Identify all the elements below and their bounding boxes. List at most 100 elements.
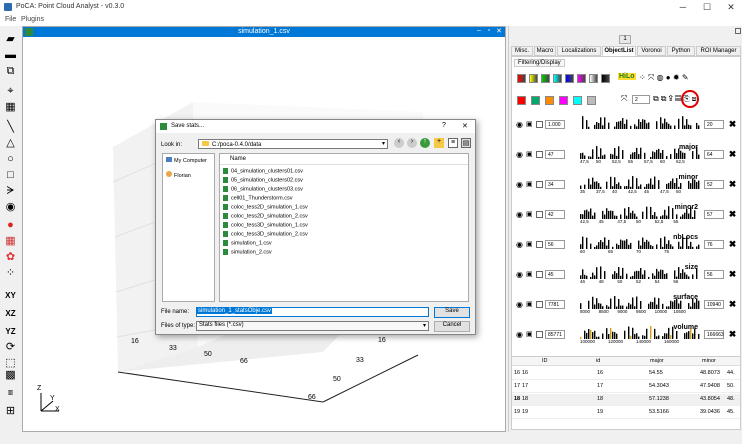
histogram-max-spinner[interactable]: 52 <box>704 180 724 189</box>
remove-filter-icon[interactable]: ✖ <box>728 330 737 339</box>
remove-filter-icon[interactable]: ✖ <box>728 210 737 219</box>
column-header[interactable]: minor <box>702 358 716 364</box>
histogram-min-spinner[interactable]: 42 <box>545 210 565 219</box>
tab-misc[interactable]: Misc. <box>511 46 533 56</box>
file-item[interactable]: coloc_tess3D_simulation_2.csv <box>223 231 308 237</box>
menu-plugins[interactable]: Plugins <box>21 16 44 23</box>
colormap-swatch[interactable] <box>541 74 550 83</box>
detail-view-icon[interactable]: ▤ <box>461 138 471 148</box>
colormap-swatch[interactable] <box>589 74 598 83</box>
xz-view-button[interactable]: XZ <box>3 306 18 321</box>
visibility-icon[interactable]: ◉ <box>516 330 523 339</box>
remove-filter-icon[interactable]: ✖ <box>728 120 737 129</box>
colormap-swatch[interactable] <box>565 74 574 83</box>
list-view-icon[interactable]: ≡ <box>448 138 458 148</box>
column-header[interactable]: id <box>596 358 600 364</box>
histogram-min-spinner[interactable]: 1.000 <box>545 120 565 129</box>
file-item[interactable]: 06_simulation_clusters03.csv <box>223 186 303 192</box>
filetype-combo[interactable]: Stats files (*.csv) ▾ <box>196 321 429 331</box>
file-item[interactable]: simulation_2.csv <box>223 249 272 255</box>
visibility-icon[interactable]: ◉ <box>516 270 523 279</box>
color-swatch[interactable] <box>559 96 568 105</box>
globe-icon[interactable]: ◍ <box>657 73 664 82</box>
open-folder-icon[interactable]: ▬ <box>3 48 18 63</box>
grid-icon[interactable]: ▦ <box>3 234 18 249</box>
visibility-icon[interactable]: ◉ <box>516 120 523 129</box>
place-my-computer[interactable]: My Computer <box>166 157 207 164</box>
save-icon[interactable]: ▣ <box>526 150 533 158</box>
color-swatch[interactable] <box>573 96 582 105</box>
screenshot-icon[interactable]: ⧉ <box>3 64 18 79</box>
copy-icon[interactable]: ⧉ <box>653 94 661 103</box>
dialog-close-button[interactable]: ✕ <box>462 122 468 130</box>
file-item[interactable]: cell01_Thunderstorm.csv <box>223 195 292 201</box>
forward-icon[interactable]: › <box>407 138 417 148</box>
file-item[interactable]: 05_simulation_clusters02.csv <box>223 177 303 183</box>
histogram-max-spinner[interactable]: 57 <box>704 210 724 219</box>
panel-index[interactable]: 1 <box>619 35 631 44</box>
xy-view-button[interactable]: XY <box>3 288 18 303</box>
color-swatch[interactable] <box>545 96 554 105</box>
visibility-icon[interactable]: ◉ <box>516 210 523 219</box>
table-row[interactable]: 17 17 17 54.3043 47.9408 50. <box>512 381 740 393</box>
panel-float-button[interactable] <box>735 28 741 34</box>
visibility-icon[interactable]: ◉ <box>516 150 523 159</box>
filename-input[interactable]: simulation_1_statsObje.csv <box>196 307 429 317</box>
histogram-min-spinner[interactable]: 56 <box>545 240 565 249</box>
yz-view-button[interactable]: YZ <box>3 324 18 339</box>
polyline-roi-icon[interactable]: ᗒ <box>3 184 18 199</box>
histogram-max-spinner[interactable]: 10940 <box>704 300 724 309</box>
open-file-icon[interactable]: ▰ <box>3 32 18 47</box>
line-roi-icon[interactable]: ╲ <box>3 120 18 135</box>
scatter-icon[interactable]: ⁘ <box>639 73 646 82</box>
save-icon[interactable]: ▣ <box>526 330 533 338</box>
histogram-max-spinner[interactable]: 56 <box>704 270 724 279</box>
maximize-button[interactable]: ☐ <box>700 2 714 13</box>
histogram-plot[interactable]: minor 35 37,5 40 42,5 45 47,5 50 <box>576 174 701 194</box>
circle-roi-icon[interactable]: ○ <box>3 152 18 167</box>
tab-localizations[interactable]: Localizations <box>557 46 601 56</box>
ruler-icon[interactable]: ▥ <box>3 386 18 401</box>
remove-filter-icon[interactable]: ✖ <box>728 270 737 279</box>
column-header[interactable]: major <box>650 358 664 364</box>
subtab-filtering-display[interactable]: Filtering/Display <box>514 59 565 67</box>
remove-filter-icon[interactable]: ✖ <box>728 240 737 249</box>
tab-python[interactable]: Python <box>667 46 695 56</box>
file-item[interactable]: coloc_tess2D_simulation_1.csv <box>223 204 308 210</box>
dots-icon[interactable]: ⁘ <box>3 266 18 281</box>
column-header[interactable]: ID <box>542 358 548 364</box>
save-icon[interactable]: ▣ <box>526 210 533 218</box>
filter-checkbox[interactable] <box>536 301 543 308</box>
histogram-min-spinner[interactable]: 45 <box>545 270 565 279</box>
roi-select-icon[interactable]: ⌖ <box>3 84 18 99</box>
histogram-max-spinner[interactable]: 20 <box>704 120 724 129</box>
filter-checkbox[interactable] <box>536 331 543 338</box>
picker-icon[interactable]: ✎ <box>682 73 689 82</box>
color-swatch[interactable] <box>531 96 540 105</box>
tab-macro[interactable]: Macro <box>534 46 556 56</box>
look-in-combo[interactable]: C:/poca-0.4.0/data ▾ <box>198 139 388 149</box>
minimize-button[interactable]: ─ <box>676 2 690 12</box>
color-swatch[interactable] <box>587 96 596 105</box>
rotate-icon[interactable]: ⟳ <box>3 340 18 355</box>
close-button[interactable]: ✕ <box>724 2 738 13</box>
name-column-header[interactable]: Name <box>230 156 246 162</box>
histogram-min-spinner[interactable]: 7781 <box>545 300 565 309</box>
place-user[interactable]: Florian <box>166 171 191 179</box>
file-item[interactable]: simulation_1.csv <box>223 240 272 246</box>
save-icon[interactable]: ▣ <box>526 300 533 308</box>
colormap-icon[interactable]: ✿ <box>3 250 18 265</box>
file-item[interactable]: 04_simulation_clusters01.csv <box>223 168 303 174</box>
save-icon[interactable]: ▣ <box>526 240 533 248</box>
histogram-min-spinner[interactable]: 85771 <box>545 330 565 339</box>
colormap-swatch[interactable] <box>553 74 562 83</box>
visibility-icon[interactable]: ◉ <box>516 300 523 309</box>
filter-checkbox[interactable] <box>536 121 543 128</box>
tab-voronoi[interactable]: Voronoi <box>637 46 666 56</box>
sphere-roi-icon[interactable]: ◉ <box>3 200 18 215</box>
filter-checkbox[interactable] <box>536 151 543 158</box>
places-sidebar[interactable]: My Computer Florian <box>162 153 215 302</box>
ellipse-icon[interactable]: ● <box>3 218 18 233</box>
histogram-plot[interactable] <box>576 114 701 134</box>
histogram-plot[interactable]: nbLocs 60 65 70 75 <box>576 234 701 254</box>
